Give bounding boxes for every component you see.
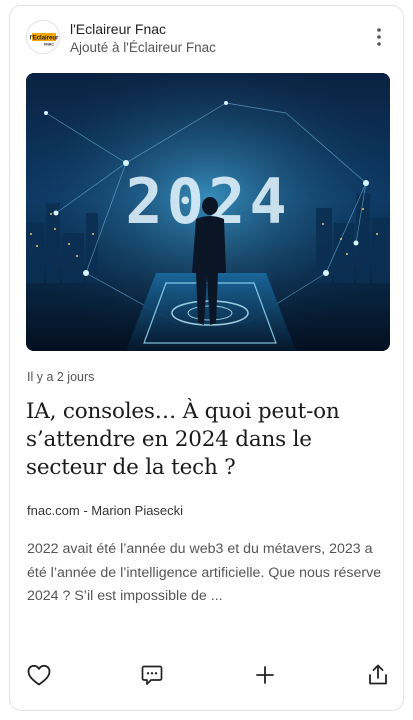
source-avatar[interactable]: l'Eclaireur FNAC xyxy=(26,20,60,54)
action-bar xyxy=(26,662,387,690)
article-byline: fnac.com - Marion Piasecki xyxy=(27,503,184,518)
comment-button[interactable] xyxy=(139,662,165,688)
hero-illustration: 2024 xyxy=(26,73,390,351)
card-header: l'Eclaireur FNAC l'Eclaireur Fnac Ajouté… xyxy=(26,20,387,60)
like-button[interactable] xyxy=(26,662,52,688)
source-subtitle: Ajouté à l'Éclaireur Fnac xyxy=(70,40,216,55)
article-timestamp: Il y a 2 jours xyxy=(27,370,95,384)
logo-text: l'Eclaireur xyxy=(30,35,59,41)
article-image[interactable]: 2024 xyxy=(26,73,390,351)
more-vertical-icon xyxy=(377,28,381,46)
share-button[interactable] xyxy=(365,662,391,688)
comment-icon xyxy=(141,665,163,685)
article-card[interactable]: l'Eclaireur FNAC l'Eclaireur Fnac Ajouté… xyxy=(9,5,404,711)
source-logo: l'Eclaireur FNAC xyxy=(27,21,59,53)
logo-subtext: FNAC xyxy=(44,43,54,47)
share-icon xyxy=(369,664,387,685)
plus-icon xyxy=(256,666,274,684)
add-button[interactable] xyxy=(252,662,278,688)
article-excerpt[interactable]: 2022 avait été l’année du web3 et du mét… xyxy=(27,538,389,609)
article-title[interactable]: IA, consoles… À quoi peut-on s’attendre … xyxy=(26,398,386,482)
more-options-button[interactable] xyxy=(365,22,393,52)
heart-icon xyxy=(27,664,51,686)
source-name[interactable]: l'Eclaireur Fnac xyxy=(70,21,166,37)
